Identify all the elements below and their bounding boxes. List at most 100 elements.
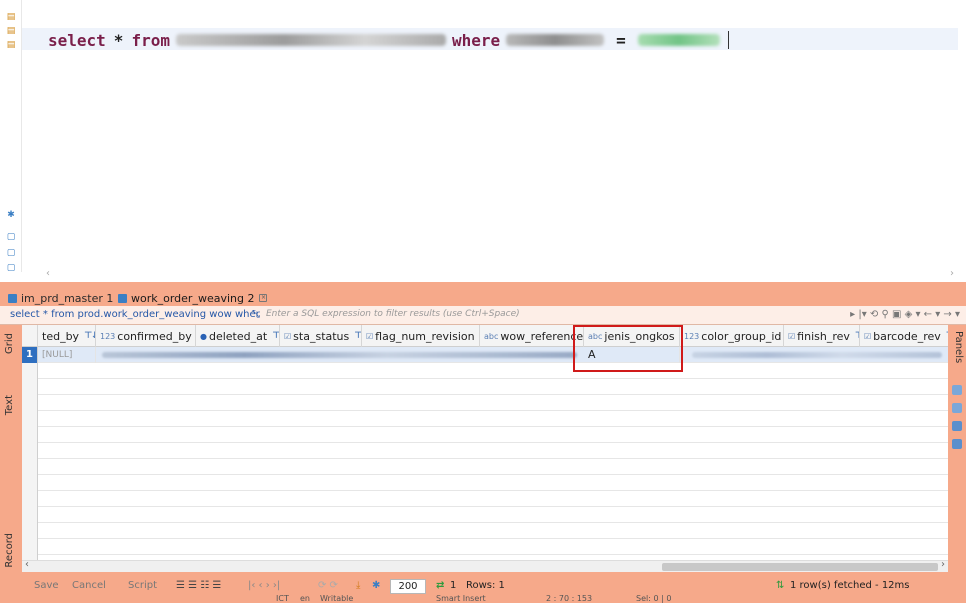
filter-icon[interactable]: ⊤⇵ <box>272 331 279 341</box>
settings-gear-icon[interactable]: ✱ <box>6 210 16 220</box>
fetch-size-input[interactable]: 200 <box>390 579 426 594</box>
highlight-box <box>573 325 683 372</box>
result-tabs: im_prd_master 1 work_order_weaving 2 × <box>0 284 966 306</box>
expand-icon[interactable]: ⤡ <box>252 309 260 320</box>
table-row[interactable]: 1 [NULL] A <box>22 347 948 363</box>
cell-ted-by[interactable]: [NULL] <box>38 347 96 363</box>
column-header[interactable]: ●deleted_at ⊤⇵ <box>196 325 280 347</box>
row-number <box>22 363 38 379</box>
type-icon: ☑ <box>788 331 796 341</box>
scroll-left-icon[interactable]: ‹ <box>25 559 29 570</box>
app-window: ▤ ▤ ▤ ✱ ▢ ▢ ▢ select * from where = ‹ › <box>0 0 966 603</box>
filter-input[interactable]: Enter a SQL expression to filter results… <box>266 309 520 319</box>
row-number <box>22 379 38 395</box>
grid-header: ted_by⊤⇵ 123confirmed_by⊤⇵ ●deleted_at⊤⇵… <box>22 325 948 347</box>
scroll-right-icon[interactable]: › <box>941 559 945 570</box>
row-number <box>22 411 38 427</box>
refresh-icons[interactable]: ⟳ ⟳ <box>318 580 338 591</box>
filter-icon[interactable]: ⊤⇵ <box>354 331 361 341</box>
row-number <box>22 443 38 459</box>
filter-actions[interactable]: ▸ |▾ ⟲ ⚲ ▣ ◈ ▾ ← ▾ → ▾ <box>850 309 960 320</box>
keyword-select: select <box>48 30 106 50</box>
sql-editor[interactable]: ▤ ▤ ▤ ✱ ▢ ▢ ▢ select * from where = ‹ › <box>0 0 966 279</box>
scroll-left-icon[interactable]: ‹ <box>46 268 50 279</box>
tab-im-prd-master[interactable]: im_prd_master 1 <box>8 290 113 306</box>
corner-cell <box>22 325 38 347</box>
metadata-icon[interactable] <box>952 403 962 413</box>
edit-row-icons[interactable]: ☰ ☰ ☷ ☰ <box>176 580 221 591</box>
column-label: sta_status <box>293 329 350 343</box>
save-script-icon[interactable]: ▢ <box>6 263 16 273</box>
close-icon[interactable]: × <box>259 294 268 302</box>
scrollbar-thumb[interactable] <box>662 563 938 571</box>
empty-row <box>22 395 948 411</box>
empty-row <box>22 539 948 555</box>
save-button[interactable]: Save <box>34 580 59 591</box>
column-header[interactable]: ☑barcode_rev ⊤⇵ <box>860 325 948 347</box>
filter-icon[interactable]: ⊤⇵ <box>84 331 95 341</box>
cancel-button[interactable]: Cancel <box>72 580 106 591</box>
navigation-icons[interactable]: |‹ ‹ › ›| <box>248 580 280 591</box>
record-view-tab[interactable]: Record <box>4 533 15 568</box>
tab-label: work_order_weaving 2 <box>131 291 255 305</box>
row-number <box>22 459 38 475</box>
column-label: flag_num_revision <box>375 329 475 343</box>
calc-icon[interactable] <box>952 439 962 449</box>
fetch-count-icon: ⇄ <box>436 580 445 591</box>
row-number <box>22 395 38 411</box>
source-query[interactable]: select * from prod.work_order_weaving wo… <box>10 309 260 320</box>
column-header[interactable]: ☑finish_rev⊤⇵ <box>784 325 860 347</box>
table-icon <box>8 293 17 303</box>
grid-horizontal-scrollbar[interactable]: ‹ › <box>22 559 948 572</box>
view-mode-sidebar: Grid Text Record <box>0 325 22 575</box>
column-label: confirmed_by <box>117 329 192 343</box>
fetch-settings-gear-icon[interactable]: ✱ <box>372 580 380 591</box>
redacted-column-name <box>506 34 605 46</box>
column-header[interactable]: ☑flag_num_revision⊤⇵ <box>362 325 480 347</box>
script-button[interactable]: Script <box>128 580 157 591</box>
value-viewer-icon[interactable] <box>952 421 962 431</box>
column-label: deleted_at <box>208 329 268 343</box>
panels-sidebar: Panels <box>948 325 966 575</box>
sql-statement[interactable]: select * from where = <box>48 30 729 50</box>
explain-plan-icon[interactable]: ▤ <box>6 40 16 50</box>
column-header[interactable]: 123confirmed_by⊤⇵ <box>96 325 196 347</box>
row-number <box>22 539 38 555</box>
export-icon[interactable]: ⤓ <box>356 580 360 591</box>
empty-row <box>22 475 948 491</box>
column-header[interactable]: ☑sta_status ⊤⇵ <box>280 325 362 347</box>
empty-row <box>22 379 948 395</box>
panels-tab[interactable]: Panels <box>953 331 964 363</box>
column-header[interactable]: abcwow_reference⊤⇵ <box>480 325 584 347</box>
text-view-tab[interactable]: Text <box>4 395 15 415</box>
status-bar: ICT en Writable Smart Insert 2 : 70 : 15… <box>0 594 966 603</box>
column-header[interactable]: 123color_group_id⊤⇵ <box>680 325 784 347</box>
tab-label: im_prd_master 1 <box>21 291 114 305</box>
run-script-icon[interactable]: ▤ <box>6 26 16 36</box>
tab-work-order-weaving[interactable]: work_order_weaving 2 × <box>118 290 268 306</box>
filter-icon[interactable]: ⊤⇵ <box>946 331 948 341</box>
row-number[interactable]: 1 <box>22 347 38 363</box>
row-number <box>22 475 38 491</box>
row-number <box>22 523 38 539</box>
empty-row <box>22 459 948 475</box>
editor-horizontal-scrollbar[interactable]: ‹ › <box>42 268 958 282</box>
run-statement-icon[interactable]: ▤ <box>6 12 16 22</box>
fetch-status-icon: ⇅ <box>776 580 785 591</box>
open-script-icon[interactable]: ▢ <box>6 248 16 258</box>
column-label: barcode_rev <box>873 329 941 343</box>
row-number <box>22 427 38 443</box>
edit-mode: Writable <box>320 594 354 603</box>
type-icon: ☑ <box>284 331 292 341</box>
column-header[interactable]: ted_by ⊤⇵ <box>38 325 96 347</box>
filter-bar: select * from prod.work_order_weaving wo… <box>0 306 966 325</box>
properties-icon[interactable] <box>952 385 962 395</box>
results-panel: im_prd_master 1 work_order_weaving 2 × s… <box>0 282 966 603</box>
empty-row <box>22 507 948 523</box>
scroll-right-icon[interactable]: › <box>950 268 954 279</box>
keyword-from: from <box>131 30 170 50</box>
new-script-icon[interactable]: ▢ <box>6 232 16 242</box>
editor-gutter: ▤ ▤ ▤ ✱ ▢ ▢ ▢ <box>0 0 22 273</box>
row-number <box>22 491 38 507</box>
grid-view-tab[interactable]: Grid <box>4 333 15 354</box>
